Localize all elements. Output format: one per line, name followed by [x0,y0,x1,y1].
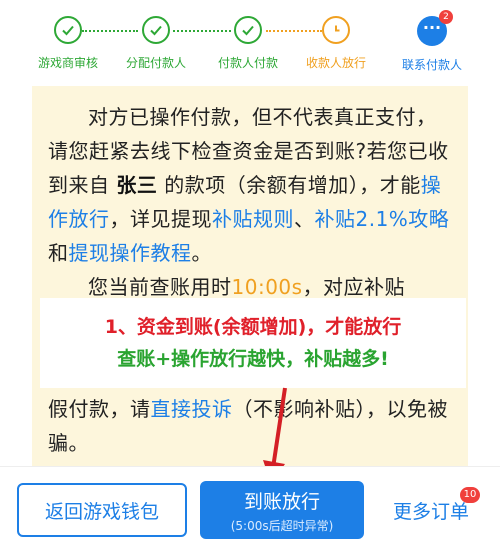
notice-text: 您当前查账用时 [88,275,232,299]
notice-text: 、 [294,207,315,231]
check-icon [142,16,170,44]
complain-link[interactable]: 直接投诉 [151,397,233,421]
bottom-action-bar: 返回游戏钱包 到账放行 (5:00s后超时异常) 更多订单 10 [0,466,500,550]
release-label: 到账放行 [243,490,320,513]
subsidy-rules-link[interactable]: 补贴规则 [212,207,294,231]
withdraw-tutorial-link[interactable]: 提现操作教程 [69,241,192,265]
subsidy-guide-link[interactable]: 补贴2.1%攻略 [315,207,450,231]
notice-paragraph: 对方已操作付款，但不代表真正支付，请您赶紧去线下检查资金是否到账?若您已收到来自… [48,100,452,304]
notice-text: 。 [191,241,212,265]
release-countdown: (5:00s后超时异常) [230,518,334,533]
check-timer: 10:00s [231,275,303,299]
orders-count-badge: 10 [460,487,480,503]
unread-badge: 2 [439,10,453,24]
progress-steps: 游戏商审核 分配付款人 付款人付款 收款人放行 ··· 2 联系付款人 [0,0,500,84]
payer-name: 张三 [116,173,158,197]
more-orders-button[interactable]: 更多订单 10 [376,483,486,537]
notice-text: ，详见提现 [109,207,212,231]
chat-bubble-icon[interactable]: ··· 2 [417,10,453,46]
back-to-wallet-button[interactable]: 返回游戏钱包 [17,483,187,537]
notice-paragraph: 假付款，请直接投诉（不影响补贴），以免被骗。 [48,392,452,460]
notice-text: 假付款，请 [48,397,151,421]
notice-text: ，对应补贴 [302,275,406,299]
confirm-release-button[interactable]: 到账放行 (5:00s后超时异常) [200,481,364,539]
notice-text: 和 [48,241,69,265]
check-icon [54,16,82,44]
annotation-overlay: 1、资金到账(余额增加)，才能放行 查账+操作放行越快，补贴越多! [40,298,466,388]
annotation-line-2: 查账+操作放行越快，补贴越多! [117,348,389,370]
more-orders-label: 更多订单 [392,500,469,523]
clock-icon [322,16,350,44]
notice-panel: 对方已操作付款，但不代表真正支付，请您赶紧去线下检查资金是否到账?若您已收到来自… [32,86,468,466]
check-icon [234,16,262,44]
contact-payer-label[interactable]: 联系付款人 [372,56,492,73]
annotation-line-1: 1、资金到账(余额增加)，才能放行 [104,316,402,338]
contact-payer-button[interactable]: ··· 2 联系付款人 [372,10,492,73]
notice-text: 的款项（余额有增加），才能 [157,173,421,197]
